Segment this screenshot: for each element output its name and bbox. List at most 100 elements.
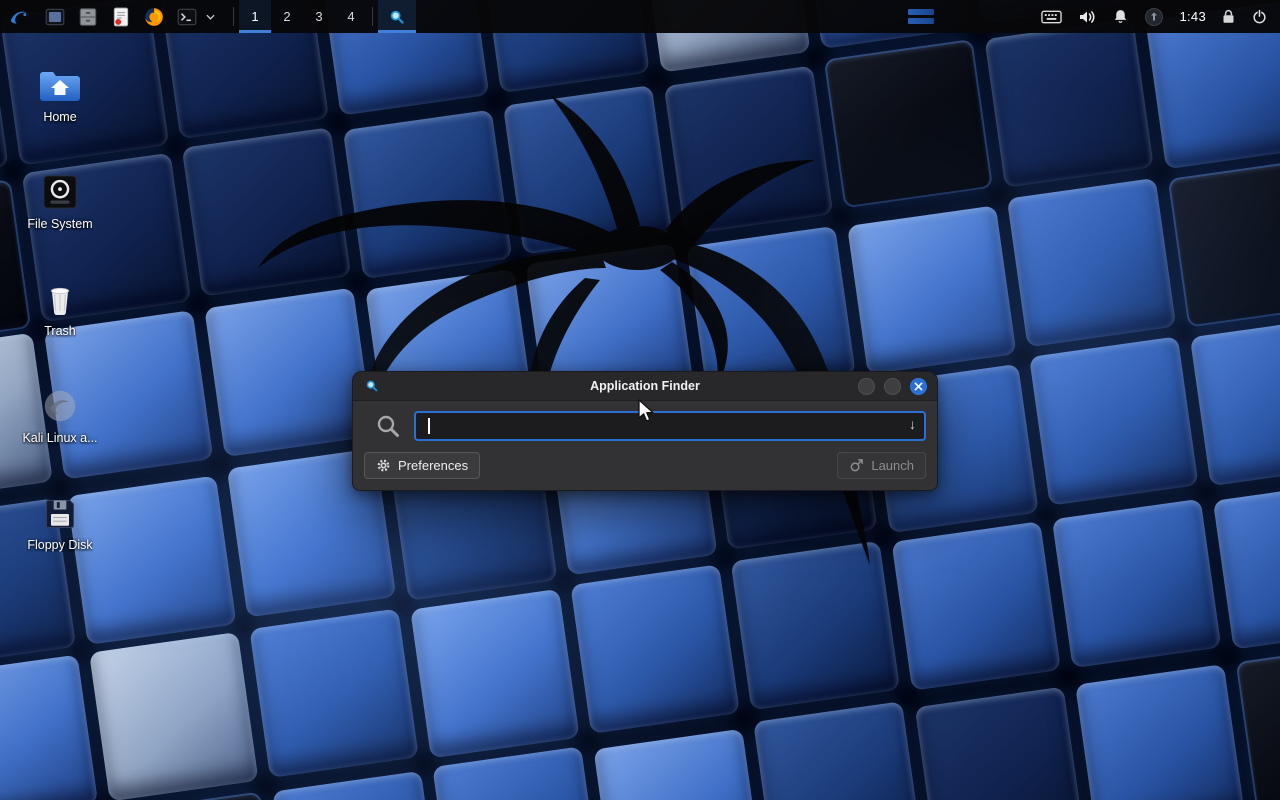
- entry-dropdown-arrow-icon[interactable]: ↓: [909, 417, 916, 431]
- wallpaper-cube: [753, 701, 922, 800]
- logout-power[interactable]: [1251, 8, 1268, 25]
- wallpaper-cube: [1168, 158, 1280, 327]
- firefox-launcher[interactable]: [137, 0, 170, 33]
- minimize-button[interactable]: [858, 378, 875, 395]
- preferences-label: Preferences: [398, 458, 468, 473]
- wallpaper-cube: [593, 729, 762, 800]
- desktop-icon-kali-docs[interactable]: Kali Linux a...: [10, 379, 110, 445]
- search-icon: [375, 413, 401, 439]
- volume-control[interactable]: [1077, 7, 1097, 27]
- firefox-icon: [143, 6, 165, 28]
- launch-button[interactable]: Launch: [837, 452, 926, 479]
- terminal-launcher[interactable]: [170, 0, 203, 33]
- kali-menu-button[interactable]: [0, 0, 38, 33]
- wallpaper-cube: [1213, 480, 1280, 649]
- window-launcher[interactable]: [38, 0, 71, 33]
- desktop-icon-label: File System: [27, 217, 92, 231]
- finder-body: ↓ Preferences Launch: [353, 401, 937, 490]
- window-controls: [858, 378, 927, 395]
- wallpaper-cube: [89, 632, 258, 800]
- desktop-icon-floppy[interactable]: Floppy Disk: [10, 486, 110, 552]
- filesystem-drive-icon: [41, 165, 79, 211]
- desktop-icon-filesystem[interactable]: File System: [10, 165, 110, 231]
- wallpaper-cube: [891, 521, 1060, 690]
- launcher-group: [38, 0, 218, 33]
- screen-lock[interactable]: [1221, 8, 1236, 25]
- wallpaper-cube: [204, 288, 373, 457]
- top-panel: 1 2 3 4: [0, 0, 1280, 33]
- workspace-4[interactable]: 4: [335, 0, 367, 33]
- wallpaper-cube: [343, 110, 512, 279]
- wallpaper-cube: [1236, 642, 1280, 800]
- launch-label: Launch: [871, 458, 914, 473]
- close-icon: [914, 382, 923, 391]
- clock[interactable]: 1:43: [1179, 9, 1206, 24]
- terminal-icon: [176, 6, 198, 28]
- home-folder-icon: [38, 58, 82, 104]
- window-icon-search: [365, 379, 379, 398]
- wallpaper-cube: [249, 608, 418, 777]
- keyboard-indicator[interactable]: [1041, 9, 1062, 25]
- wallpaper-cube: [1190, 317, 1280, 486]
- notifications[interactable]: [1112, 8, 1129, 25]
- wallpaper-cube: [847, 205, 1016, 374]
- bell-icon: [1112, 8, 1129, 25]
- tray-globe-icon: [1144, 7, 1164, 27]
- launch-icon: [849, 458, 864, 473]
- network-monitor-icon: [908, 9, 934, 24]
- desktop-icon-label: Kali Linux a...: [22, 431, 97, 445]
- chevron-down-icon: [206, 14, 215, 20]
- keyboard-icon: [1041, 9, 1062, 25]
- workspace-2[interactable]: 2: [271, 0, 303, 33]
- wallpaper-cube: [410, 589, 579, 758]
- gear-icon: [376, 458, 391, 473]
- application-finder-icon: [388, 8, 406, 26]
- desktop-icon-home[interactable]: Home: [10, 58, 110, 124]
- wallpaper-cube: [915, 687, 1084, 800]
- search-entry: ↓: [414, 411, 926, 441]
- wallpaper-cube: [272, 771, 441, 800]
- wallpaper-cube: [503, 85, 672, 254]
- desktop-icon-label: Home: [43, 110, 76, 124]
- preferences-button[interactable]: Preferences: [364, 452, 480, 479]
- wallpaper-cube: [0, 655, 98, 800]
- launcher-dropdown-chevron[interactable]: [203, 0, 218, 33]
- file-cabinet-icon: [77, 6, 99, 28]
- action-row: Preferences Launch: [364, 452, 926, 479]
- kali-docs-icon: [41, 379, 79, 425]
- desktop: Home File System Trash: [0, 0, 1280, 800]
- maximize-button[interactable]: [884, 378, 901, 395]
- search-row: ↓: [364, 411, 926, 441]
- desktop-icon-label: Trash: [44, 324, 76, 338]
- workspace-label: 2: [283, 9, 290, 24]
- desktop-icon-trash[interactable]: Trash: [10, 272, 110, 338]
- text-editor-launcher[interactable]: [104, 0, 137, 33]
- wallpaper-cube: [1029, 336, 1198, 505]
- floppy-disk-icon: [42, 486, 78, 532]
- workspace-switcher: 1 2 3 4: [228, 0, 378, 33]
- panel-separator: [233, 7, 234, 26]
- status-tray-item[interactable]: [1144, 7, 1164, 27]
- volume-icon: [1077, 7, 1097, 27]
- wallpaper-cube: [1007, 178, 1176, 347]
- kali-logo-icon: [8, 5, 31, 28]
- application-finder-window: Application Finder: [352, 371, 938, 491]
- wallpaper-cube: [984, 18, 1153, 187]
- power-icon: [1251, 8, 1268, 25]
- file-cabinet-launcher[interactable]: [71, 0, 104, 33]
- window-title: Application Finder: [363, 379, 927, 393]
- wallpaper-cube: [570, 564, 739, 733]
- system-tray: 1:43: [908, 0, 1280, 33]
- wallpaper-cube: [824, 39, 993, 208]
- tasklist-application-finder[interactable]: [378, 0, 416, 33]
- workspace-1[interactable]: 1: [239, 0, 271, 33]
- wallpaper-cube: [1075, 664, 1244, 800]
- workspace-label: 3: [315, 9, 322, 24]
- close-button[interactable]: [910, 378, 927, 395]
- window-icon: [44, 6, 66, 28]
- titlebar[interactable]: Application Finder: [353, 372, 937, 401]
- workspace-3[interactable]: 3: [303, 0, 335, 33]
- wallpaper-cube: [1052, 499, 1221, 668]
- workspace-label: 1: [251, 9, 258, 24]
- search-input[interactable]: [416, 419, 924, 434]
